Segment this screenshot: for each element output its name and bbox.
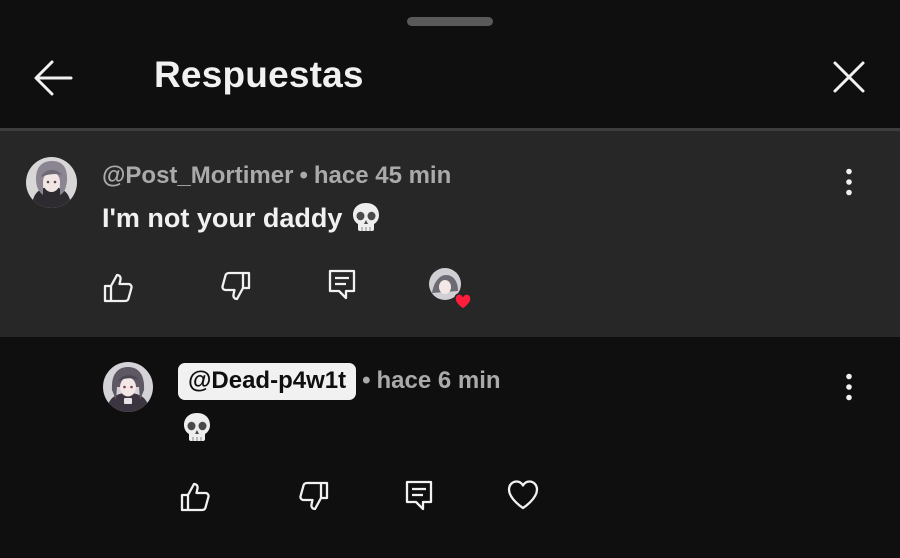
close-button[interactable] (826, 54, 872, 100)
replies-sheet: Respuestas @Post_Mortimer•hace 45 min (0, 0, 900, 558)
dislike-icon (221, 271, 251, 301)
page-title: Respuestas (154, 54, 364, 95)
comment-meta: @Dead-p4w1t • hace 6 min (178, 363, 501, 400)
heart-icon (507, 480, 539, 510)
comment-text (181, 411, 213, 450)
comment-time[interactable]: hace 6 min (377, 367, 501, 394)
avatar[interactable] (103, 362, 153, 412)
arrow-left-icon (34, 60, 73, 96)
reply-icon (405, 480, 433, 511)
skull-emoji (350, 201, 382, 240)
heart-button[interactable] (503, 475, 543, 515)
more-options-button[interactable] (834, 162, 864, 202)
more-vert-icon (846, 373, 852, 401)
author-name[interactable]: @Post_Mortimer (102, 162, 293, 189)
reply-comment: @Dead-p4w1t • hace 6 min (0, 337, 900, 558)
close-icon (833, 61, 865, 93)
dislike-icon (299, 481, 329, 511)
like-button[interactable] (175, 477, 215, 517)
reply-icon (328, 269, 356, 300)
reply-button[interactable] (322, 264, 362, 304)
comment-meta: @Post_Mortimer • hace 45 min (102, 162, 451, 190)
comment-time[interactable]: hace 45 min (314, 162, 451, 189)
reply-button[interactable] (399, 475, 439, 515)
parent-comment: @Post_Mortimer • hace 45 min I'm not your … (0, 131, 900, 337)
meta-separator: • (299, 162, 308, 189)
dislike-button[interactable] (294, 476, 334, 516)
more-options-button[interactable] (834, 367, 864, 407)
back-button[interactable] (28, 56, 78, 100)
like-icon (103, 273, 133, 303)
meta-separator: • (362, 367, 371, 394)
comment-text: I'm not your daddy (102, 201, 382, 240)
creator-heart-badge[interactable] (428, 267, 478, 311)
comment-text-content: I'm not your daddy (102, 203, 343, 233)
mention-chip[interactable]: @Dead-p4w1t (178, 363, 357, 400)
avatar[interactable] (26, 157, 77, 208)
more-vert-icon (846, 168, 852, 196)
header: Respuestas (0, 30, 900, 128)
like-icon (180, 482, 210, 512)
like-button[interactable] (98, 268, 138, 308)
dislike-button[interactable] (216, 266, 256, 306)
drag-handle[interactable] (407, 17, 493, 26)
skull-emoji (181, 413, 213, 449)
